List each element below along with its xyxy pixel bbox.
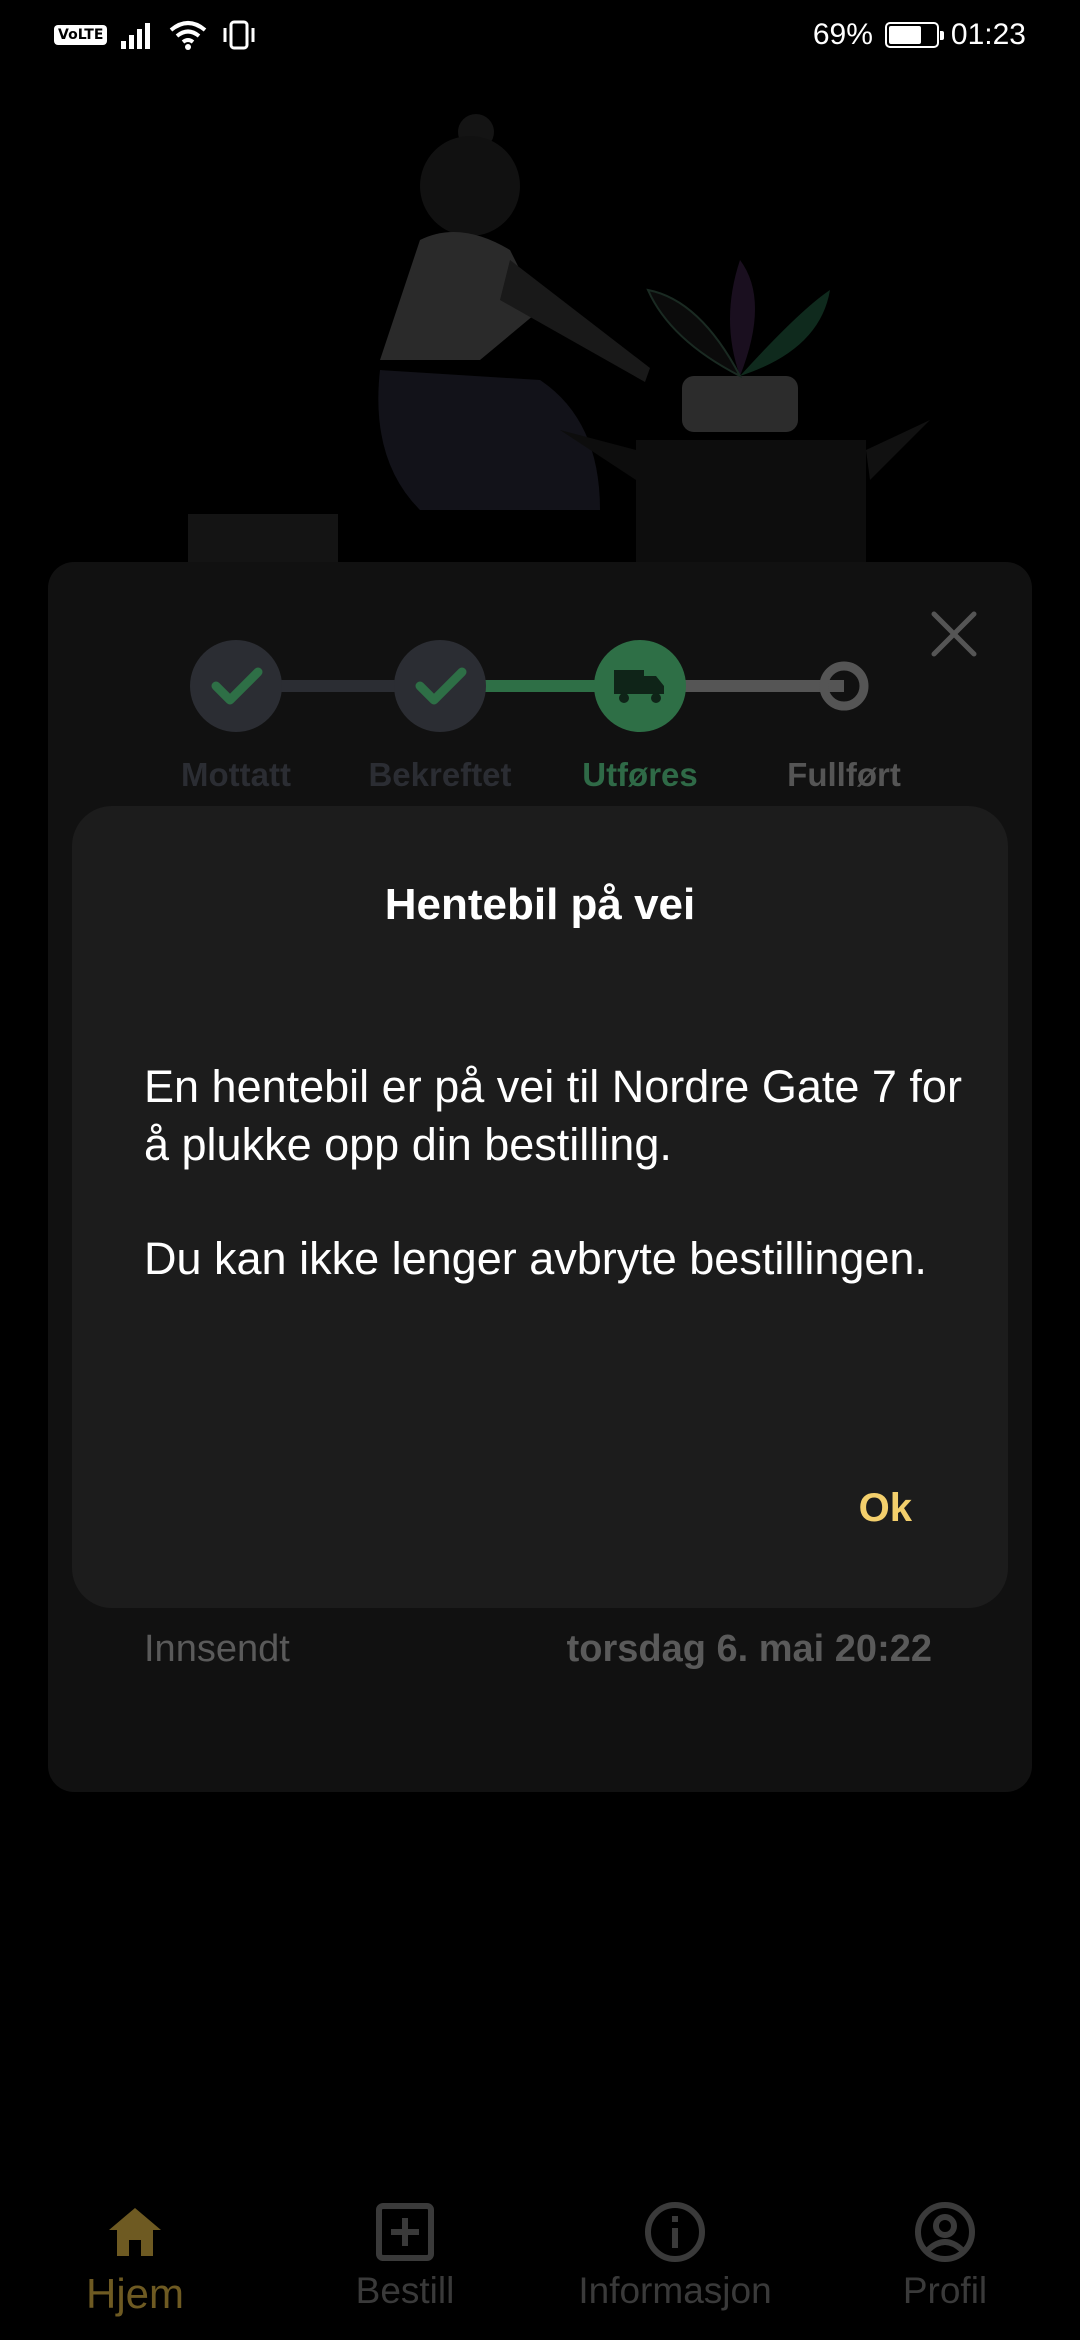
nav-label-order: Bestill	[355, 2270, 455, 2311]
step-label-in-progress: Utføres	[582, 756, 698, 793]
ok-button[interactable]: Ok	[859, 1486, 912, 1531]
nav-item-info[interactable]: Informasjon	[540, 2180, 810, 2312]
step-done-icon	[190, 640, 282, 732]
status-icons-right: 69% 01:23	[813, 18, 1026, 52]
submitted-value: torsdag 6. mai 20:22	[566, 1628, 932, 1670]
nav-label-info: Informasjon	[578, 2270, 772, 2311]
home-icon	[109, 2208, 161, 2256]
nav-label-profile: Profil	[902, 2270, 988, 2311]
submitted-label: Innsendt	[144, 1628, 290, 1670]
info-icon	[645, 2202, 705, 2262]
illustration-woman-plant	[188, 114, 930, 570]
dialog-message: En hentebil er på vei til Nordre Gate 7 …	[144, 1061, 962, 1170]
step-done-icon	[394, 640, 486, 732]
status-bar: VoLTE 69% 01:23	[0, 0, 1080, 80]
bottom-nav: Hjem Bestill Informasjon Profil	[0, 2180, 1080, 2340]
pickup-dialog: Hentebil på vei En hentebil er på vei ti…	[72, 806, 1008, 1608]
wifi-icon	[170, 21, 207, 50]
truck-icon	[594, 640, 686, 732]
nav-item-order[interactable]: Bestill	[270, 2180, 540, 2312]
battery-percent: 69%	[812, 18, 873, 51]
step-label-confirmed: Bekreftet	[368, 756, 512, 793]
nav-label-home: Hjem	[85, 2270, 184, 2317]
step-label-completed: Fullført	[787, 756, 901, 793]
status-icons-left: VoLTE	[54, 20, 257, 50]
close-icon[interactable]	[922, 602, 986, 666]
battery-icon	[884, 22, 944, 48]
signal-icon	[121, 23, 151, 49]
volte-icon: VoLTE	[54, 25, 108, 45]
dialog-title: Hentebil på vei	[384, 880, 696, 929]
step-label-received: Mottatt	[181, 756, 291, 793]
dialog-cancel-notice: Du kan ikke lenger avbryte bestillingen.	[144, 1233, 927, 1284]
dialog-body: En hentebil er på vei til Nordre Gate 7 …	[144, 1058, 964, 1344]
vibrate-icon	[223, 20, 255, 50]
nav-item-home[interactable]: Hjem	[0, 2180, 270, 2318]
plus-square-icon	[376, 2203, 434, 2261]
profile-icon	[915, 2202, 975, 2262]
nav-item-profile[interactable]: Profil	[810, 2180, 1080, 2312]
clock: 01:23	[950, 18, 1026, 51]
